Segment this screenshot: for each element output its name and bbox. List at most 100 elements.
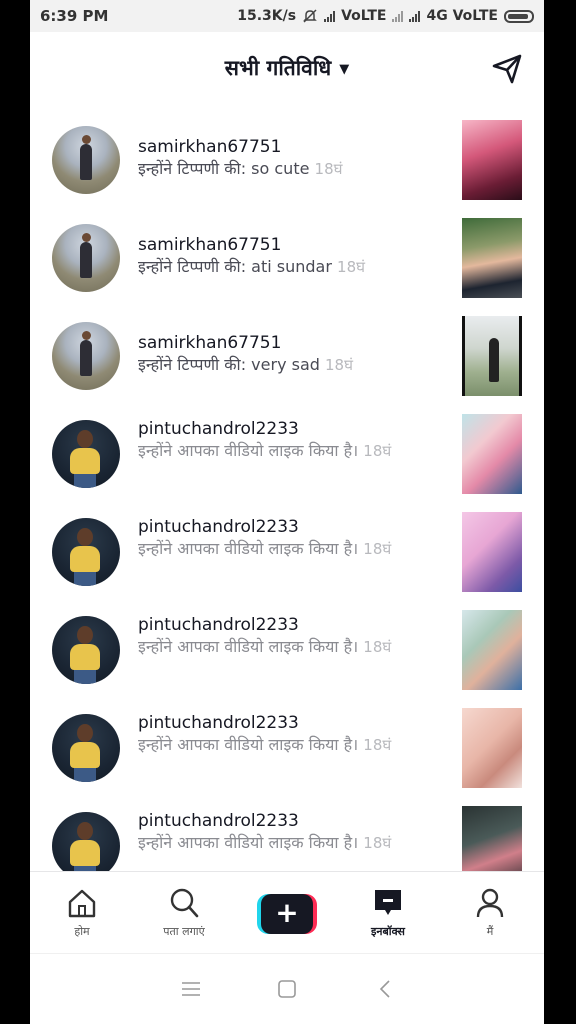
avatar-head [77,626,93,644]
mute-icon [303,9,317,23]
notification-message: इन्होंने आपका वीडियो लाइक किया है। 18घं [138,440,456,462]
message-text: इन्होंने टिप्पणी की: very sad [138,355,320,374]
timestamp: 18घं [363,442,392,460]
video-thumbnail[interactable] [462,120,522,200]
message-text: इन्होंने आपका वीडियो लाइक किया है। [138,833,359,852]
username[interactable]: pintuchandrol2233 [138,614,456,636]
notification-text: samirkhan67751 इन्होंने टिप्पणी की: ati s… [138,234,456,278]
video-thumbnail[interactable] [462,414,522,494]
nav-home[interactable]: होम [42,886,122,939]
network-speed: 15.3K/s [237,8,297,24]
notification-row[interactable]: pintuchandrol2233 इन्होंने आपका वीडियो ला… [30,600,544,698]
notification-message: इन्होंने टिप्पणी की: very sad 18घं [138,354,456,376]
user-avatar[interactable] [52,224,120,292]
notification-text: pintuchandrol2233 इन्होंने आपका वीडियो ला… [138,418,456,462]
message-text: इन्होंने टिप्पणी की: ati sundar [138,257,332,276]
notification-text: pintuchandrol2233 इन्होंने आपका वीडियो ला… [138,712,456,756]
timestamp: 18घं [363,638,392,656]
create-video-button[interactable]: + [257,894,317,934]
message-text: इन्होंने आपका वीडियो लाइक किया है। [138,637,359,656]
notification-text: samirkhan67751 इन्होंने टिप्पणी की: so cu… [138,136,456,180]
avatar-figure [80,233,92,278]
avatar-shirt [70,546,100,572]
avatar-shirt [70,840,100,866]
message-text: इन्होंने आपका वीडियो लाइक किया है। [138,441,359,460]
notification-row[interactable]: pintuchandrol2233 इन्होंने आपका वीडियो ला… [30,698,544,796]
status-time: 6:39 PM [40,7,109,25]
timestamp: 18घं [363,834,392,852]
user-avatar[interactable] [52,420,120,488]
app-screen: 6:39 PM 15.3K/s VoLTE 4G VoLTE सभी गतिवि… [30,0,544,1024]
timestamp: 18घं [363,736,392,754]
nav-home-label: होम [74,925,90,938]
avatar-head [77,430,93,448]
username[interactable]: samirkhan67751 [138,332,456,354]
user-avatar[interactable] [52,322,120,390]
avatar-head [77,528,93,546]
video-thumbnail[interactable] [462,610,522,690]
caret-down-icon: ▼ [339,61,350,77]
notification-text: samirkhan67751 इन्होंने टिप्पणी की: very … [138,332,456,376]
home-icon [68,889,96,918]
username[interactable]: pintuchandrol2233 [138,810,456,832]
avatar-shirt [70,742,100,768]
nav-inbox-label: इनबॉक्स [370,925,405,938]
nav-inbox[interactable]: इनबॉक्स [348,886,428,939]
username[interactable]: pintuchandrol2233 [138,712,456,734]
avatar-shirt [70,448,100,474]
notification-row[interactable]: pintuchandrol2233 इन्होंने आपका वीडियो ला… [30,404,544,502]
user-avatar[interactable] [52,812,120,880]
notification-message: इन्होंने आपका वीडियो लाइक किया है। 18घं [138,734,456,756]
timestamp: 18घं [363,540,392,558]
send-icon[interactable] [490,52,524,86]
username[interactable]: pintuchandrol2233 [138,418,456,440]
user-avatar[interactable] [52,518,120,586]
status-indicators: 15.3K/s VoLTE 4G VoLTE [237,8,534,24]
notification-row[interactable]: pintuchandrol2233 इन्होंने आपका वीडियो ला… [30,502,544,600]
video-thumbnail[interactable] [462,316,522,396]
inbox-icon [375,890,401,915]
avatar-figure [80,331,92,376]
bottom-navigation: होम पता लगाएं + इनबॉक्स मैं [30,871,544,953]
home-square-icon[interactable] [272,976,302,1002]
nav-discover[interactable]: पता लगाएं [144,886,224,939]
video-thumbnail[interactable] [462,218,522,298]
avatar-jeans [74,669,96,684]
notification-list: samirkhan67751 इन्होंने टिप्पणी की: so cu… [30,110,544,894]
notification-text: pintuchandrol2233 इन्होंने आपका वीडियो ला… [138,614,456,658]
system-navigation-bar [30,953,544,1024]
video-thumbnail[interactable] [462,708,522,788]
signal-icon-3 [409,10,421,22]
notification-message: इन्होंने आपका वीडियो लाइक किया है। 18घं [138,832,456,854]
notification-message: इन्होंने आपका वीडियो लाइक किया है। 18घं [138,636,456,658]
notification-row[interactable]: samirkhan67751 इन्होंने टिप्पणी की: ati s… [30,208,544,306]
notification-row[interactable]: samirkhan67751 इन्होंने टिप्पणी की: very … [30,306,544,404]
message-text: इन्होंने आपका वीडियो लाइक किया है। [138,735,359,754]
video-thumbnail[interactable] [462,512,522,592]
signal-icon [324,10,336,22]
username[interactable]: samirkhan67751 [138,136,456,158]
avatar-head [77,822,93,840]
timestamp: 18घं [314,160,343,178]
username[interactable]: pintuchandrol2233 [138,516,456,538]
user-avatar[interactable] [52,616,120,684]
page-title: सभी गतिविधि [224,56,332,80]
username[interactable]: samirkhan67751 [138,234,456,256]
signal-icon-2 [392,10,404,22]
timestamp: 18घं [325,356,353,374]
user-avatar[interactable] [52,714,120,782]
activity-filter-dropdown[interactable]: सभी गतिविधि ▼ [30,54,544,82]
avatar-head [77,724,93,742]
message-text: इन्होंने आपका वीडियो लाइक किया है। [138,539,359,558]
notification-message: इन्होंने आपका वीडियो लाइक किया है। 18घं [138,538,456,560]
notification-text: pintuchandrol2233 इन्होंने आपका वीडियो ला… [138,516,456,560]
battery-icon [504,9,534,23]
back-icon[interactable] [370,976,400,1002]
sim2-label: 4G VoLTE [426,8,498,24]
notification-row[interactable]: samirkhan67751 इन्होंने टिप्पणी की: so cu… [30,110,544,208]
menu-icon[interactable] [176,976,206,1002]
user-avatar[interactable] [52,126,120,194]
profile-icon [476,888,504,918]
avatar-jeans [74,571,96,586]
nav-me[interactable]: मैं [450,886,530,939]
